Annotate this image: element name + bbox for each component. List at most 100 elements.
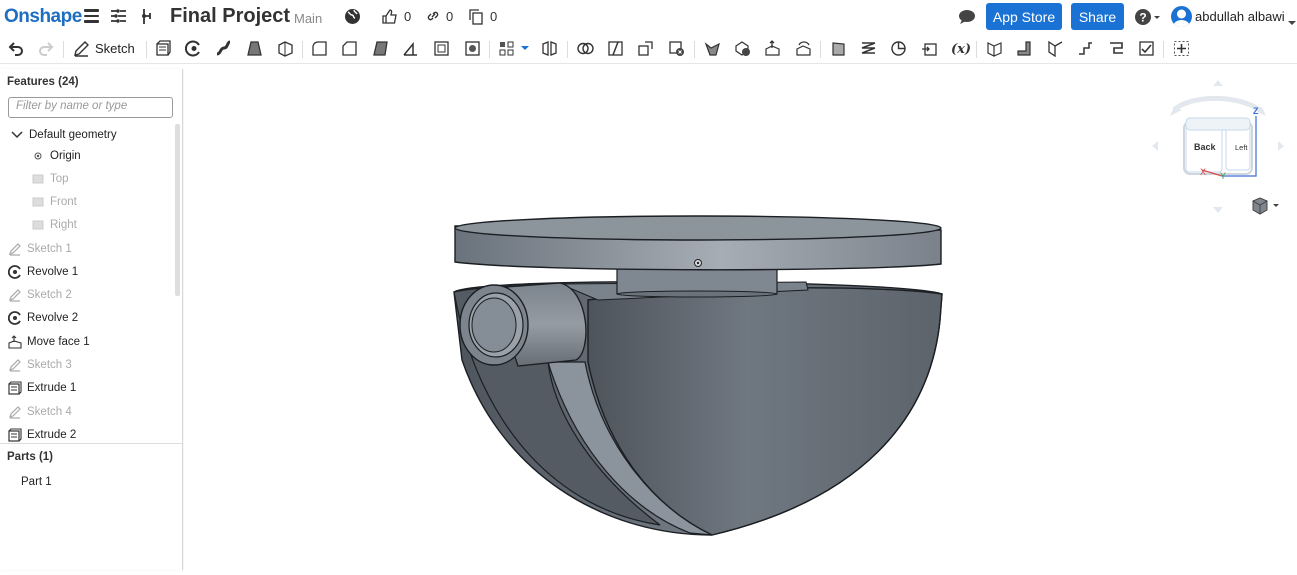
panel-divider	[0, 443, 182, 444]
split-icon[interactable]	[607, 40, 624, 57]
fillet-icon[interactable]	[311, 40, 328, 57]
pattern-dropdown-icon[interactable]	[521, 46, 529, 63]
model-render[interactable]	[184, 64, 1297, 570]
plane-icon[interactable]	[830, 40, 847, 57]
boolean-icon[interactable]	[577, 40, 594, 57]
sketch-pencil-icon[interactable]	[73, 40, 90, 57]
copy-icon[interactable]	[468, 8, 484, 29]
globe-icon[interactable]	[344, 8, 361, 29]
redo-icon[interactable]	[37, 40, 54, 57]
finish-sheet-metal-icon[interactable]	[1138, 40, 1155, 57]
thicken-icon[interactable]	[277, 40, 294, 57]
loft-icon[interactable]	[246, 40, 263, 57]
feature-list-scrollbar[interactable]	[175, 124, 180, 296]
form-icon[interactable]	[1108, 40, 1125, 57]
delete-face-icon[interactable]	[734, 40, 751, 57]
shell-icon[interactable]	[433, 40, 450, 57]
feature-tree: Default geometry Origin Top Front Right …	[0, 125, 175, 443]
feature-origin[interactable]: Origin	[31, 146, 81, 166]
share-button[interactable]: Share	[1071, 3, 1124, 30]
tab-icon[interactable]	[1047, 40, 1064, 57]
mate-connector-icon[interactable]	[890, 40, 907, 57]
feature-plane-front[interactable]: Front	[31, 192, 77, 212]
revolve-icon	[8, 265, 22, 279]
feature-plane-right[interactable]: Right	[31, 215, 77, 235]
draft-icon[interactable]	[372, 40, 389, 57]
sketch-button[interactable]: Sketch	[95, 41, 135, 56]
link-icon[interactable]	[426, 9, 440, 27]
likes-count: 0	[404, 9, 412, 24]
transform-icon[interactable]	[637, 40, 654, 57]
feature-sketch-2[interactable]: Sketch 2	[8, 285, 72, 305]
part-item[interactable]: Part 1	[21, 472, 52, 492]
user-name[interactable]: abdullah albawi	[1195, 9, 1285, 24]
menu-icon[interactable]	[84, 9, 99, 23]
flange-icon[interactable]	[1016, 40, 1033, 57]
feature-sketch-4[interactable]: Sketch 4	[8, 402, 72, 422]
pencil-icon	[8, 242, 22, 256]
document-title[interactable]: Final Project	[170, 5, 290, 28]
hole-icon[interactable]	[464, 40, 481, 57]
avatar[interactable]	[1171, 6, 1192, 27]
variable-icon[interactable]: (x)	[951, 40, 971, 57]
move-face-icon[interactable]	[764, 40, 781, 57]
onshape-logo[interactable]: Onshape	[4, 6, 82, 28]
rib-icon[interactable]	[402, 40, 419, 57]
undo-icon[interactable]	[8, 40, 25, 57]
feature-toolbar: Sketch (x)	[0, 34, 1297, 64]
pencil-icon	[8, 358, 22, 372]
links-count: 0	[446, 9, 454, 24]
feature-list-panel: Features (24) Filter by name or type Def…	[0, 69, 183, 570]
chevron-down-icon[interactable]	[10, 128, 24, 142]
origin-icon	[31, 149, 45, 163]
sheet-metal-icon[interactable]	[986, 40, 1003, 57]
axis-label-y: Y	[1220, 171, 1227, 181]
feature-sketch-3[interactable]: Sketch 3	[8, 355, 72, 375]
svg-text:(x): (x)	[951, 42, 971, 57]
feature-revolve-1[interactable]: Revolve 1	[8, 262, 78, 282]
app-store-button[interactable]: App Store	[986, 3, 1062, 30]
plane-icon	[31, 218, 45, 232]
branch-icon[interactable]	[138, 8, 156, 29]
graphics-viewport[interactable]	[184, 64, 1297, 570]
delete-part-icon[interactable]	[668, 40, 685, 57]
version-history-icon[interactable]	[109, 8, 128, 29]
revolve-icon[interactable]	[185, 40, 202, 57]
bend-icon[interactable]	[1077, 40, 1094, 57]
axis-label-x: X	[1200, 167, 1207, 177]
view-cube-face-back[interactable]: Back	[1194, 142, 1216, 152]
user-menu-chevron-icon[interactable]	[1288, 14, 1296, 31]
feature-default-geometry[interactable]: Default geometry	[10, 125, 117, 145]
svg-text:?: ?	[1139, 11, 1146, 25]
parts-header[interactable]: Parts (1)	[7, 451, 53, 463]
modify-fillet-icon[interactable]	[704, 40, 721, 57]
view-options-button[interactable]	[1251, 197, 1279, 215]
mirror-icon[interactable]	[541, 40, 558, 57]
comments-icon[interactable]	[958, 9, 976, 29]
pencil-icon	[8, 288, 22, 302]
chamfer-icon[interactable]	[341, 40, 358, 57]
feature-extrude-1[interactable]: Extrude 1	[8, 378, 76, 398]
pattern-icon[interactable]	[498, 40, 515, 57]
branch-name[interactable]: Main	[294, 11, 322, 26]
feature-revolve-2[interactable]: Revolve 2	[8, 308, 78, 328]
extrude-icon[interactable]	[155, 40, 172, 57]
add-custom-feature-icon[interactable]	[1173, 40, 1190, 57]
help-icon[interactable]: ?	[1134, 8, 1162, 30]
features-header: Features (24)	[7, 76, 79, 88]
revolve-icon	[8, 311, 22, 325]
feature-plane-top[interactable]: Top	[31, 169, 69, 189]
feature-move-face-1[interactable]: Move face 1	[8, 332, 90, 352]
import-icon[interactable]	[921, 40, 938, 57]
replace-face-icon[interactable]	[795, 40, 812, 57]
top-bar: Onshape Final Project Main 0 0 0 App Sto…	[0, 0, 1297, 34]
feature-extrude-2[interactable]: Extrude 2	[8, 425, 76, 443]
view-cube-face-left[interactable]: Left	[1235, 143, 1248, 152]
helix-icon[interactable]	[860, 40, 877, 57]
pencil-icon	[8, 405, 22, 419]
sweep-icon[interactable]	[215, 40, 232, 57]
feature-sketch-1[interactable]: Sketch 1	[8, 239, 72, 259]
move-face-icon	[8, 335, 22, 349]
like-icon[interactable]	[381, 8, 398, 29]
filter-input[interactable]: Filter by name or type	[8, 97, 173, 118]
